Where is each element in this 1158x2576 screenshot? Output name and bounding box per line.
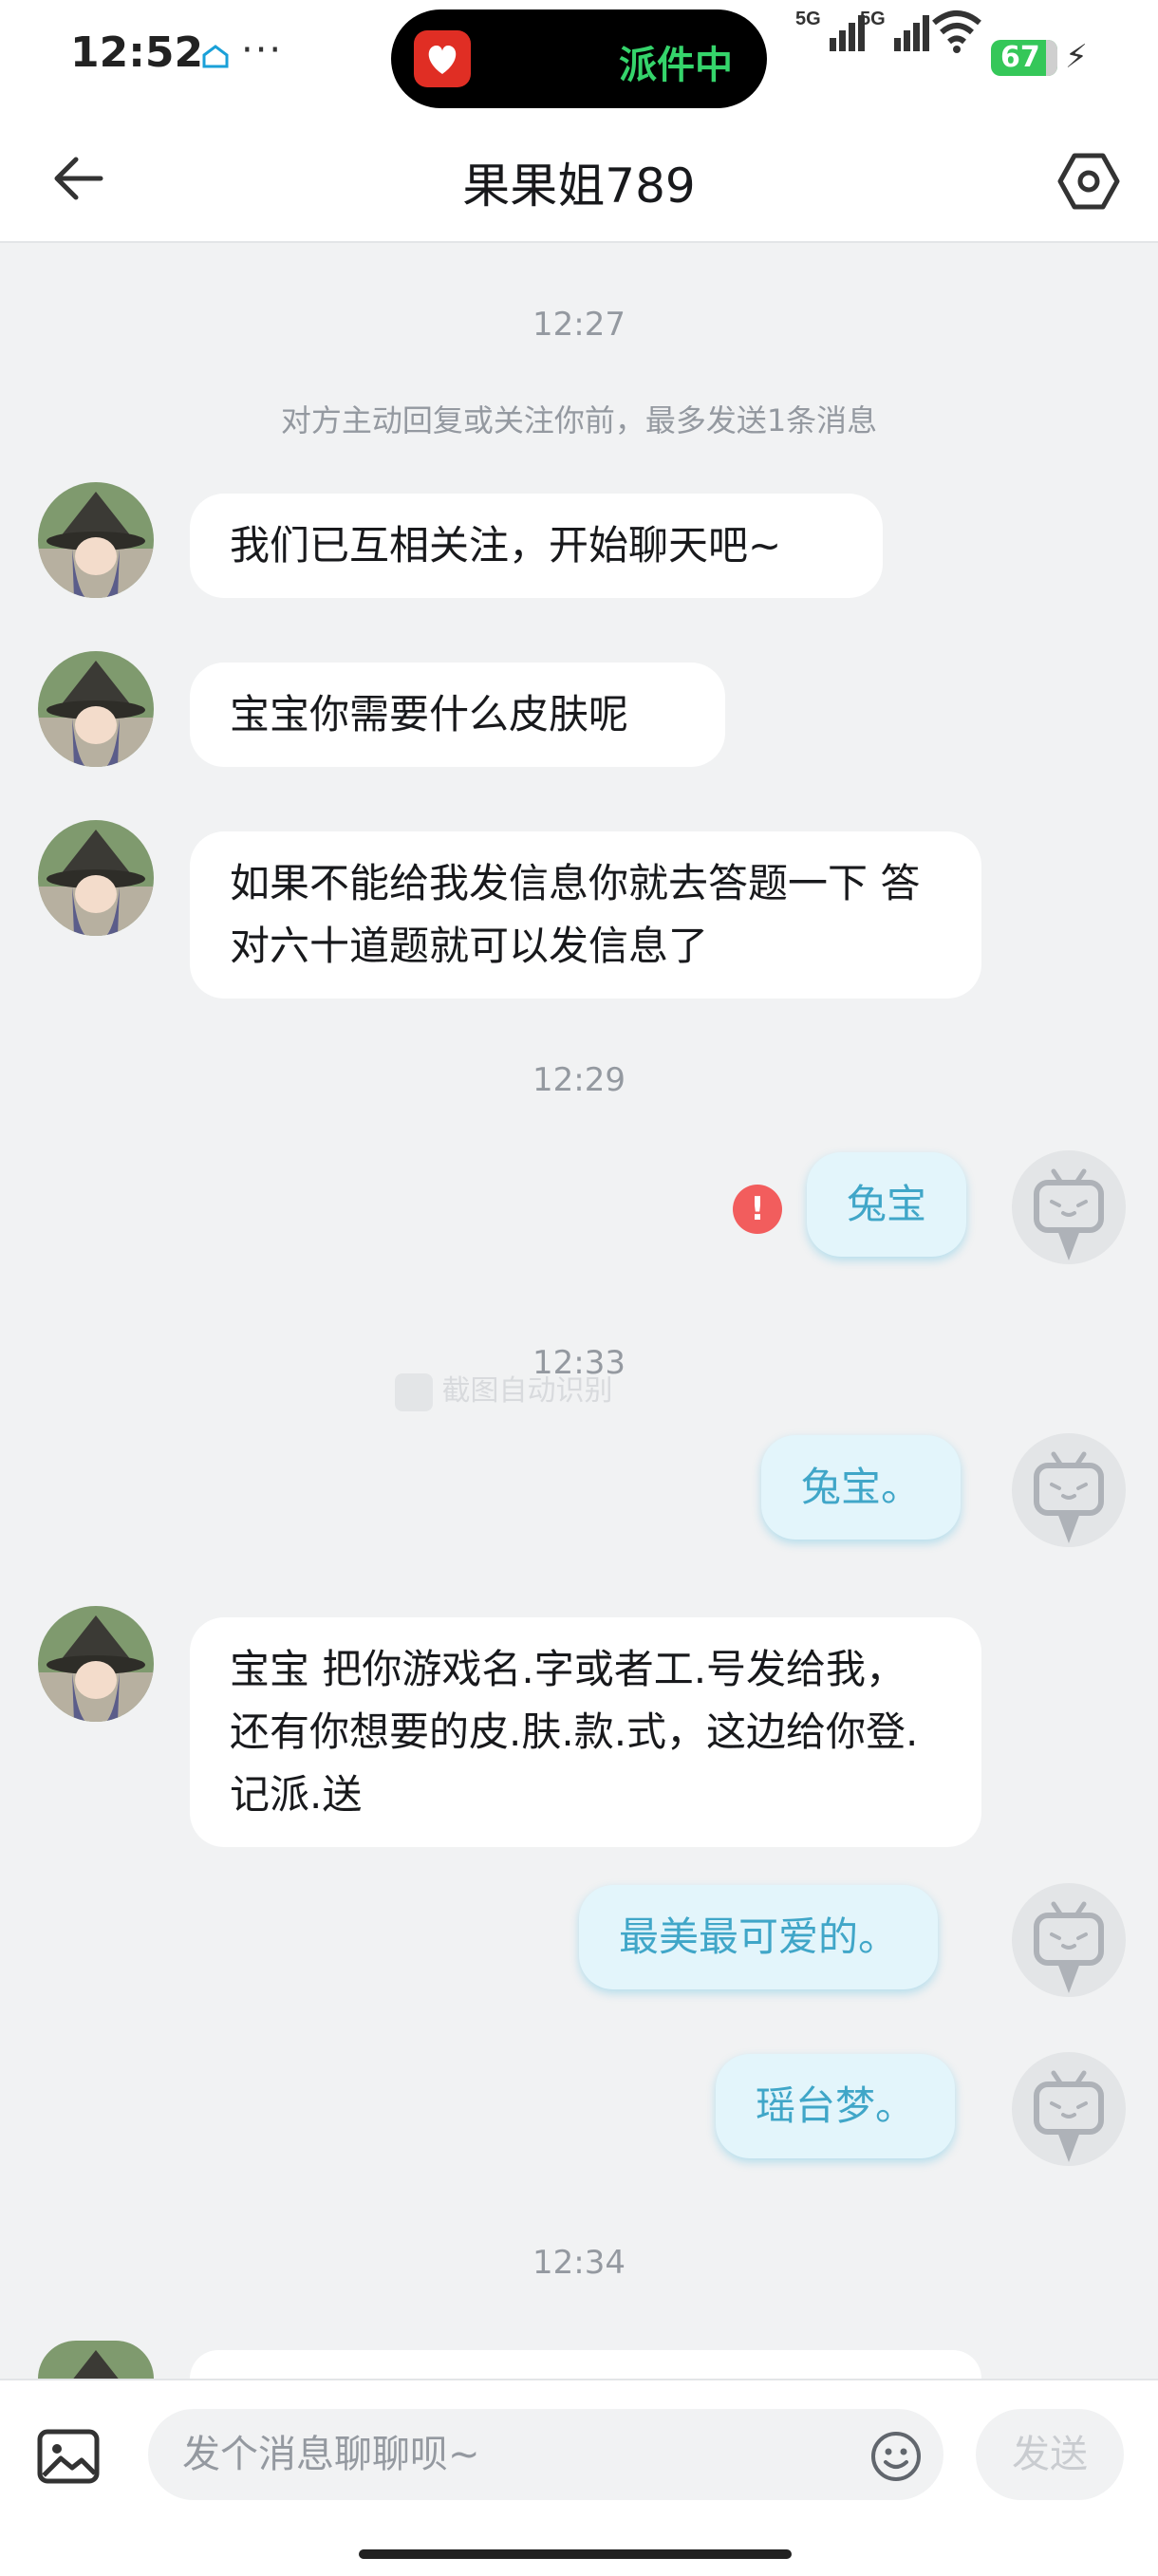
send-button[interactable]: 发送	[976, 2409, 1124, 2500]
contact-avatar[interactable]	[38, 2341, 154, 2379]
my-avatar[interactable]	[1012, 1150, 1126, 1264]
message-bubble-received[interactable]: 宝宝你需要什么皮肤呢	[190, 663, 725, 767]
contact-avatar[interactable]	[38, 820, 154, 936]
message-bubble-received[interactable]: 如果不能给我发信息你就去答题一下 答对六十道题就可以发信息了	[190, 831, 981, 999]
battery-tip	[1046, 40, 1057, 76]
status-bar: 12:52 ··· 派件中 5G 5G 67 ⚡	[0, 0, 1158, 114]
status-time: 12:52	[70, 28, 204, 77]
my-avatar[interactable]	[1012, 1433, 1126, 1547]
timestamp: 12:34	[532, 2244, 626, 2282]
settings-hexagon-icon[interactable]	[1057, 150, 1120, 213]
my-avatar[interactable]	[1012, 2052, 1126, 2166]
svg-text:5G: 5G	[795, 9, 821, 29]
message-bubble-sent[interactable]: 瑶台梦。	[716, 2054, 956, 2158]
battery-level: 67	[1000, 41, 1040, 74]
message-bubble-sent[interactable]: 兔宝	[807, 1152, 967, 1257]
home-indicator[interactable]	[359, 2549, 792, 2559]
timestamp: 12:27	[532, 306, 626, 344]
charging-icon: ⚡	[1065, 38, 1088, 76]
delivery-app-icon	[414, 30, 471, 87]
emoji-icon[interactable]	[869, 2430, 923, 2483]
message-limit-notice: 对方主动回复或关注你前，最多发送1条消息	[280, 402, 878, 439]
send-failed-icon[interactable]: !	[733, 1185, 782, 1234]
my-avatar[interactable]	[1012, 1883, 1126, 1997]
message-bubble-received-partial[interactable]	[190, 2350, 981, 2379]
watermark-logo-icon	[395, 1372, 433, 1411]
message-bubble-sent[interactable]: 兔宝。	[761, 1435, 962, 1540]
dynamic-island[interactable]: 派件中	[391, 9, 767, 108]
more-notifications-icon: ···	[241, 28, 284, 72]
message-input-bar: 发送	[0, 2379, 1158, 2576]
message-bubble-sent[interactable]: 最美最可爱的。	[579, 1885, 939, 1989]
message-bubble-received[interactable]: 我们已互相关注，开始聊天吧~	[190, 494, 883, 598]
image-picker-icon[interactable]	[36, 2424, 101, 2489]
watermark-text: 截图自动识别	[441, 1374, 613, 1408]
contact-avatar[interactable]	[38, 651, 154, 767]
page-title: 果果姐789	[462, 159, 696, 214]
contact-avatar[interactable]	[38, 482, 154, 598]
wifi-icon	[932, 10, 981, 53]
screenshot-watermark: 截图自动识别	[395, 1367, 642, 1420]
svg-text:5G: 5G	[860, 9, 886, 29]
chat-header: 果果姐789	[0, 114, 1158, 243]
contact-avatar[interactable]	[38, 1606, 154, 1722]
timestamp: 12:29	[532, 1061, 626, 1099]
home-ai-icon	[202, 45, 229, 68]
message-bubble-received[interactable]: 宝宝 把你游戏名.字或者工.号发给我，还有你想要的皮.肤.款.式，这边给你登.记…	[190, 1617, 981, 1847]
message-input[interactable]	[148, 2409, 943, 2500]
delivery-status-text: 派件中	[619, 44, 733, 87]
signal-5g-icon-2: 5G	[860, 9, 929, 51]
